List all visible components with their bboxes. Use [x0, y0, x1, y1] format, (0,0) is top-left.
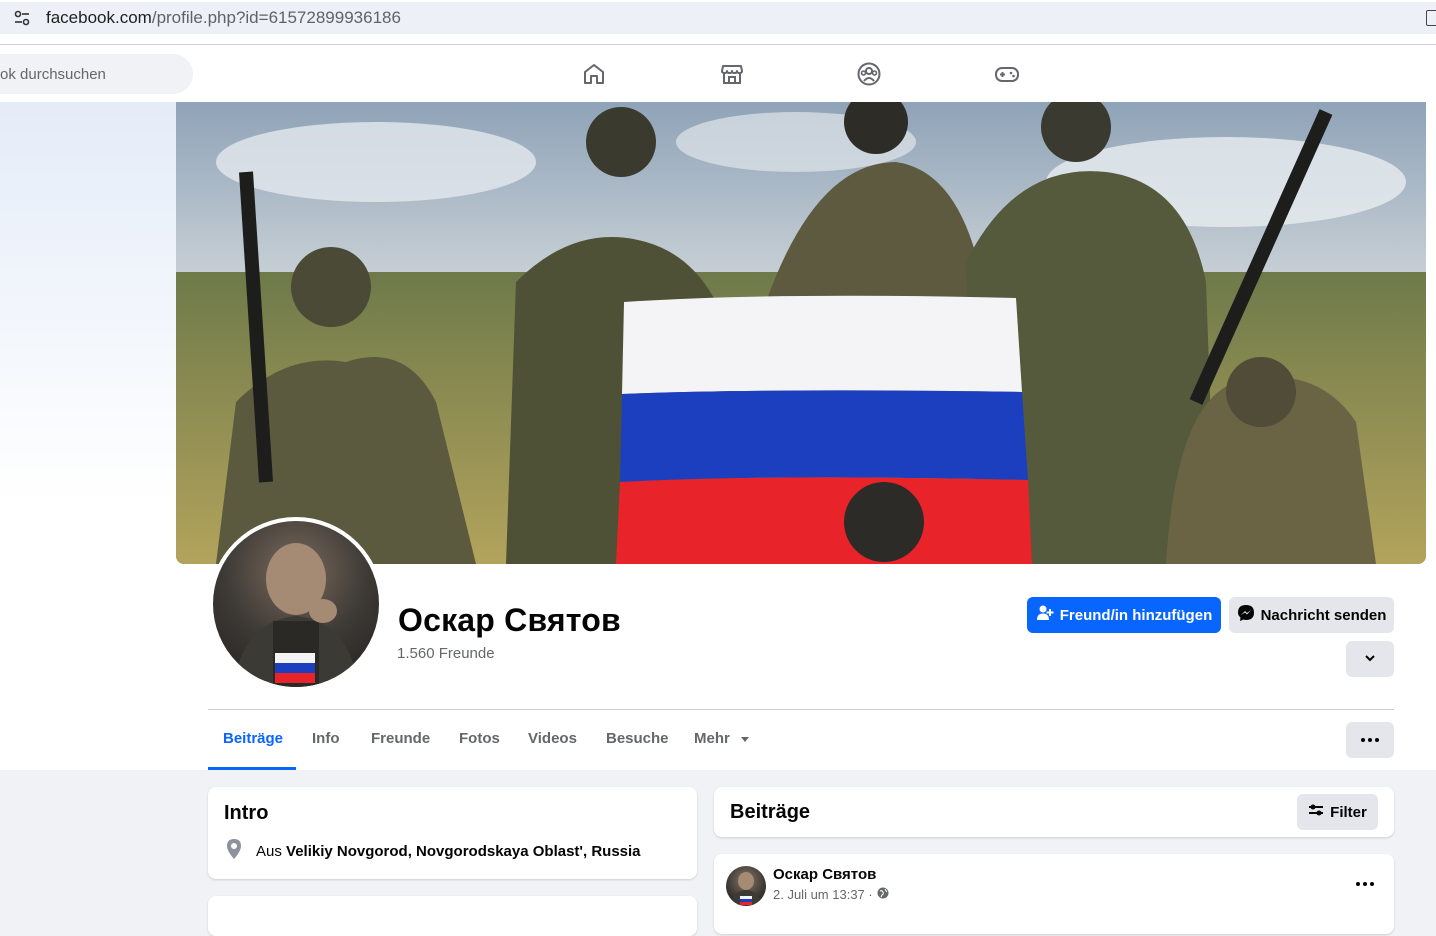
filter-label: Filter	[1330, 803, 1367, 821]
location-prefix: Aus	[256, 842, 287, 860]
tab-more-label: Mehr	[694, 730, 730, 747]
add-friend-icon	[1036, 604, 1054, 626]
search-input[interactable]: ok durchsuchen	[0, 54, 193, 94]
post-author-name[interactable]: Оскар Святов	[773, 866, 876, 883]
url-field[interactable]: facebook.com/profile.php?id=615728999361…	[0, 2, 1436, 34]
add-friend-button[interactable]: Freund/in hinzufügen	[1027, 597, 1221, 633]
tab-more[interactable]: Mehr	[694, 730, 750, 748]
location-pin-icon	[224, 838, 244, 864]
url-text: facebook.com/profile.php?id=615728999361…	[46, 8, 401, 28]
filter-sliders-icon	[1308, 803, 1324, 821]
intro-location-text: Aus Velikiy Novgorod, Novgorodskaya Obla…	[256, 843, 641, 860]
tab-info[interactable]: Info	[312, 730, 340, 747]
intro-card	[208, 787, 697, 879]
post-date[interactable]: 2. Juli um 13:37 ·	[773, 887, 873, 902]
cover-photo[interactable]	[176, 102, 1426, 564]
header-divider	[208, 709, 1394, 710]
send-message-button[interactable]: Nachricht senden	[1229, 597, 1394, 633]
photos-card	[208, 896, 697, 936]
marketplace-icon[interactable]	[719, 61, 745, 87]
chevron-down-icon	[1364, 651, 1376, 668]
profile-more-button[interactable]	[1346, 722, 1394, 758]
cover-photo-illustration	[176, 102, 1426, 564]
send-message-label: Nachricht senden	[1260, 606, 1387, 624]
search-placeholder: ok durchsuchen	[0, 65, 106, 83]
friend-count[interactable]: 1.560 Freunde	[397, 645, 495, 662]
url-path: /profile.php?id=61572899936186	[151, 8, 401, 27]
more-options-dropdown-button[interactable]	[1346, 641, 1394, 677]
browser-address-bar: facebook.com/profile.php?id=615728999361…	[0, 0, 1436, 45]
flag	[616, 295, 1032, 564]
post-meta: 2. Juli um 13:37 ·	[773, 887, 889, 902]
filter-button[interactable]: Filter	[1297, 794, 1378, 830]
profile-picture-image	[213, 521, 379, 687]
messenger-icon	[1237, 604, 1255, 626]
profile-picture[interactable]	[209, 517, 383, 691]
globe-icon	[877, 887, 889, 902]
intro-title: Intro	[224, 802, 269, 824]
tab-check-ins[interactable]: Besuche	[606, 730, 669, 747]
add-friend-label: Freund/in hinzufügen	[1059, 606, 1213, 624]
window-icon[interactable]	[1426, 10, 1436, 26]
facebook-top-nav: ok durchsuchen	[0, 45, 1436, 102]
post-options-icon[interactable]	[1356, 882, 1374, 886]
groups-icon[interactable]	[856, 61, 882, 87]
site-settings-icon[interactable]	[12, 8, 32, 28]
posts-title: Beiträge	[730, 801, 811, 823]
tab-videos[interactable]: Videos	[528, 730, 577, 747]
gaming-icon[interactable]	[994, 61, 1020, 87]
post-author-avatar[interactable]	[726, 866, 766, 906]
page-side-gradient	[0, 102, 176, 770]
tab-photos[interactable]: Fotos	[459, 730, 500, 747]
active-tab-indicator	[208, 767, 296, 770]
posts-header-card	[714, 787, 1394, 837]
location-link[interactable]: Velikiy Novgorod, Novgorodskaya Oblast',…	[286, 843, 641, 860]
tab-friends[interactable]: Freunde	[371, 730, 430, 747]
profile-name: Оскар Святов	[398, 602, 621, 638]
caret-down-icon	[740, 731, 750, 748]
home-icon[interactable]	[581, 61, 607, 87]
tab-posts[interactable]: Beiträge	[223, 730, 283, 747]
more-dots-icon	[1361, 738, 1379, 742]
url-domain: facebook.com	[46, 8, 152, 27]
intro-location-row: Aus Velikiy Novgorod, Novgorodskaya Obla…	[224, 838, 641, 864]
